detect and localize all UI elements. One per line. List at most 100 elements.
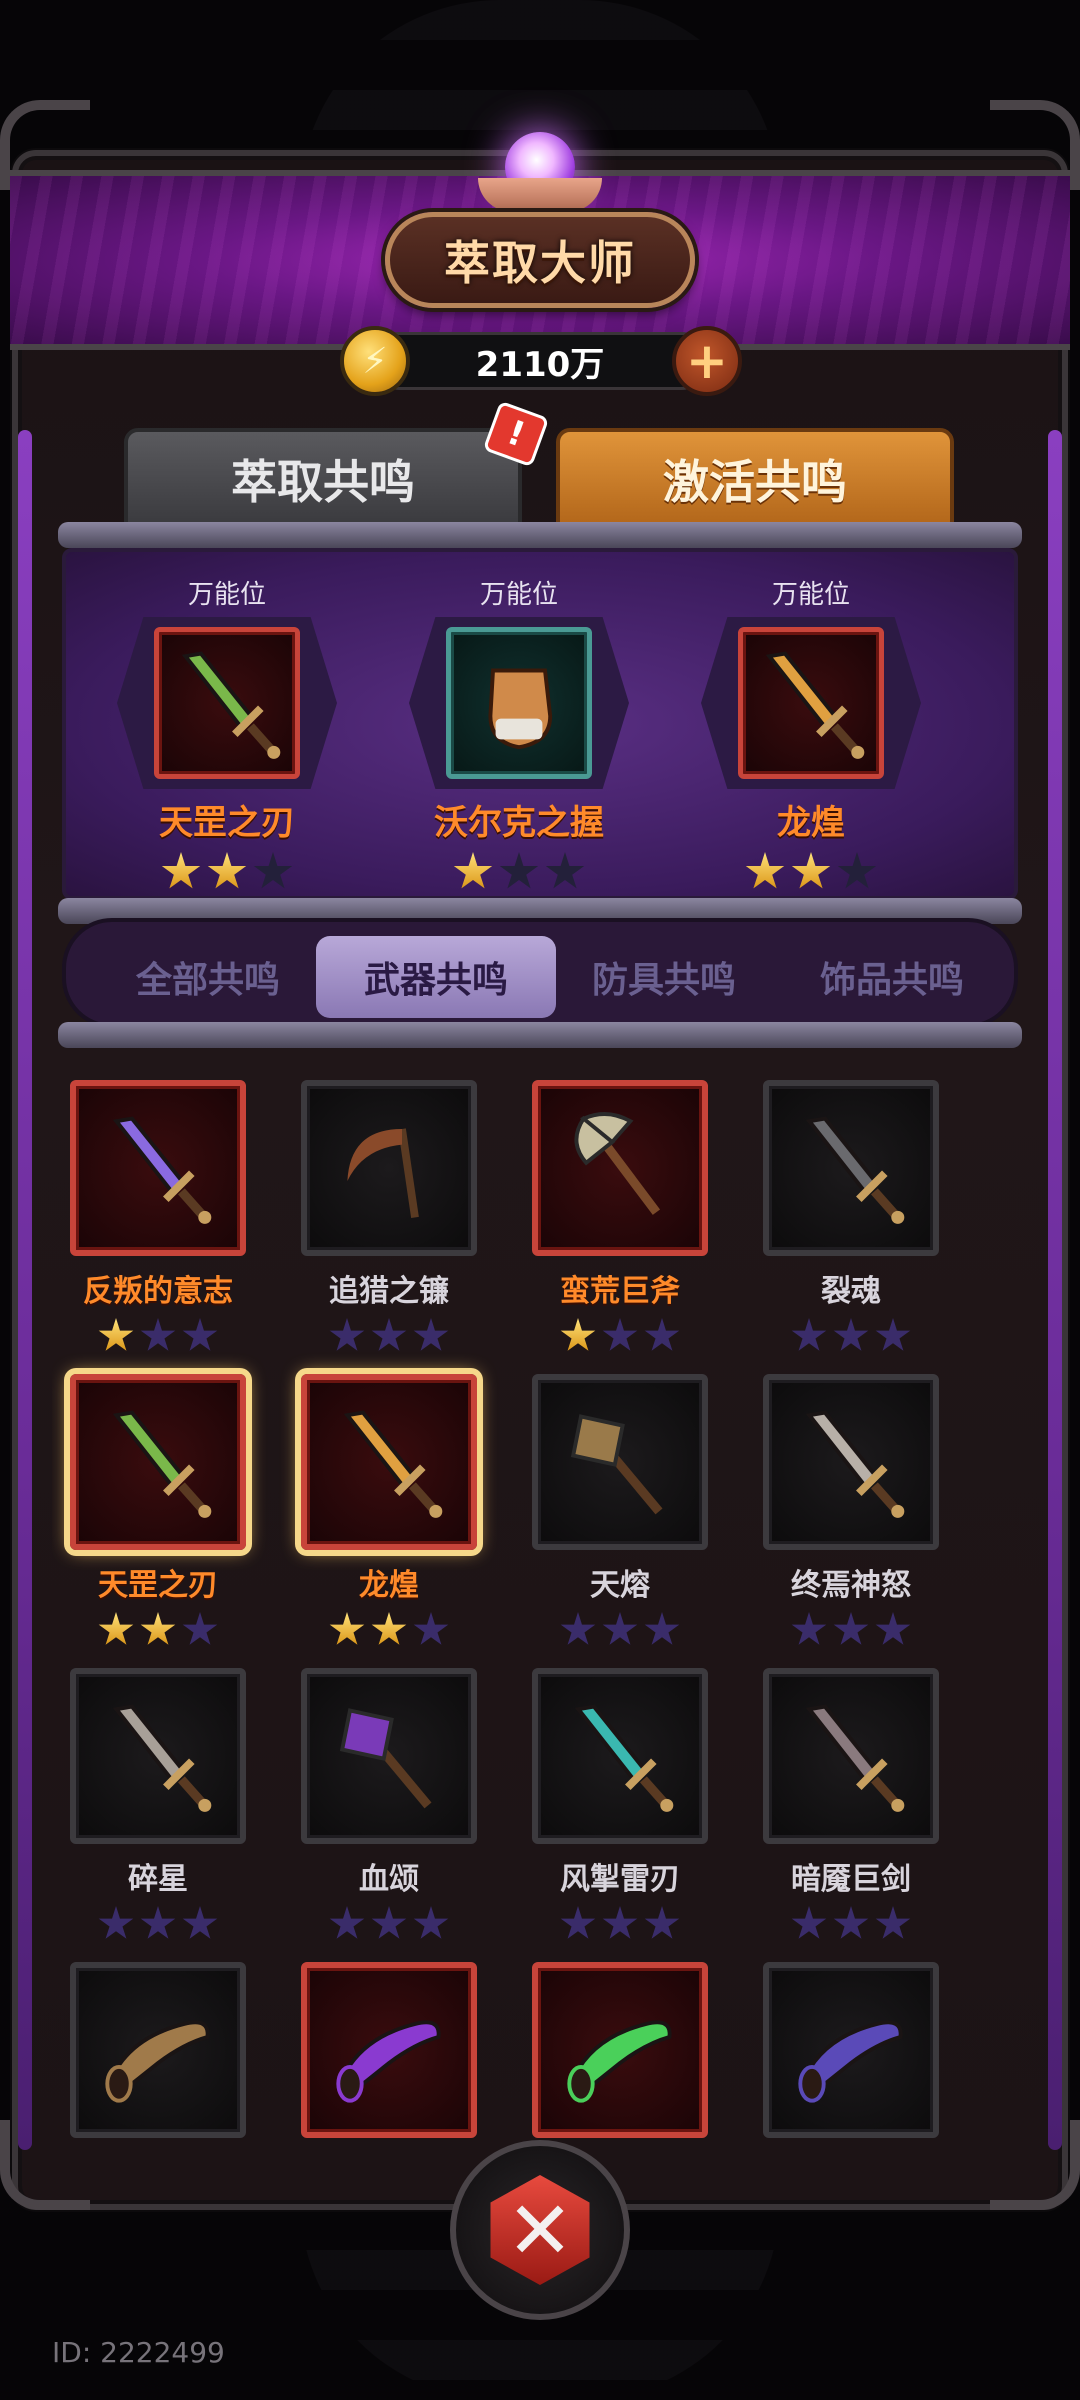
item-card[interactable]: 血颂 xyxy=(289,1648,489,1939)
star-empty-icon xyxy=(140,1906,176,1939)
divider xyxy=(58,522,1022,548)
star-empty-icon xyxy=(644,1318,680,1351)
item-grid: 反叛的意志 追猎之镰 蛮荒巨斧 裂魂天罡之刃 龙煌 天熔 终焉神怒碎星 血颂 风掣雷刃 暗魇巨剑 xyxy=(52,1060,1028,2170)
horn-icon xyxy=(70,1962,246,2138)
item-name: 血颂 xyxy=(359,1862,419,1897)
page-title: 萃取大师 xyxy=(444,236,636,290)
star-filled-icon xyxy=(98,1612,134,1645)
dark-sword-icon xyxy=(763,1080,939,1256)
item-card[interactable]: 天熔 xyxy=(520,1354,720,1645)
tab-weapon-resonance[interactable]: 武器共鸣 xyxy=(316,936,556,1018)
purple-horn-icon xyxy=(301,1962,477,2138)
crossed-swords-emblem[interactable]: ✕ xyxy=(450,2140,630,2320)
star-empty-icon xyxy=(833,1906,869,1939)
star-filled-icon xyxy=(371,1612,407,1645)
star-empty-icon xyxy=(413,1612,449,1645)
star-empty-icon xyxy=(140,1318,176,1351)
slot-item-name: 龙煌 xyxy=(777,803,845,843)
add-currency-button[interactable]: + xyxy=(672,326,742,396)
sword-gold-icon xyxy=(301,1374,477,1550)
star-filled-icon xyxy=(791,852,831,889)
star-filled-icon xyxy=(560,1318,596,1351)
star-rating xyxy=(58,1612,258,1648)
star-empty-icon xyxy=(182,1906,218,1939)
sword-green-icon xyxy=(70,1374,246,1550)
dagger-icon xyxy=(70,1668,246,1844)
item-card[interactable]: 追猎之镰 xyxy=(289,1060,489,1351)
item-card[interactable]: 反叛的意志 xyxy=(58,1060,258,1351)
universal-slot[interactable]: 万能位 天罡之刃 xyxy=(102,574,352,892)
divider xyxy=(58,1022,1022,1048)
tab-armor-resonance[interactable]: 防具共鸣 xyxy=(544,936,784,1018)
item-card[interactable]: 风掣雷刃 xyxy=(520,1648,720,1939)
star-filled-icon xyxy=(745,852,785,889)
slot-caption: 万能位 xyxy=(187,580,266,610)
item-name: 追猎之镰 xyxy=(329,1274,449,1309)
star-rating xyxy=(751,1318,951,1354)
star-empty-icon xyxy=(413,1318,449,1351)
gauntlet-icon xyxy=(446,627,592,779)
slot-item-name: 沃尔克之握 xyxy=(434,803,604,843)
star-empty-icon xyxy=(182,1318,218,1351)
item-card[interactable] xyxy=(58,1942,258,2170)
item-card[interactable]: 终焉神怒 xyxy=(751,1354,951,1645)
item-name: 蛮荒巨斧 xyxy=(560,1274,680,1309)
tab-extract-resonance[interactable]: 萃取共鸣 xyxy=(124,428,522,530)
item-card[interactable] xyxy=(751,1942,951,2170)
feather-sword-icon xyxy=(763,1374,939,1550)
item-card[interactable]: 碎星 xyxy=(58,1648,258,1939)
item-name: 反叛的意志 xyxy=(83,1274,233,1309)
tab-accessory-resonance[interactable]: 饰品共鸣 xyxy=(772,936,1012,1018)
item-card[interactable]: 蛮荒巨斧 xyxy=(520,1060,720,1351)
blue-horn-icon xyxy=(763,1962,939,2138)
star-empty-icon xyxy=(499,852,539,889)
star-empty-icon xyxy=(371,1318,407,1351)
item-card[interactable] xyxy=(289,1942,489,2170)
star-filled-icon xyxy=(98,1318,134,1351)
tab-all-resonance[interactable]: 全部共鸣 xyxy=(88,936,328,1018)
crystal-sword-icon xyxy=(70,1080,246,1256)
crossed-swords-icon: ✕ xyxy=(490,2175,590,2285)
category-tab-bar: 全部共鸣 武器共鸣 防具共鸣 饰品共鸣 xyxy=(62,918,1018,1028)
universal-slot[interactable]: 万能位 沃尔克之握 xyxy=(394,574,644,892)
star-empty-icon xyxy=(602,1318,638,1351)
star-empty-icon xyxy=(833,1612,869,1645)
scythe-icon xyxy=(301,1080,477,1256)
item-card[interactable]: 龙煌 xyxy=(289,1354,489,1645)
star-empty-icon xyxy=(602,1906,638,1939)
star-empty-icon xyxy=(560,1612,596,1645)
star-rating xyxy=(394,852,644,892)
star-rating xyxy=(520,1612,720,1648)
player-id: ID: 2222499 xyxy=(52,2336,225,2369)
jagged-sword-icon xyxy=(763,1668,939,1844)
right-rail xyxy=(1048,430,1062,2150)
item-name: 龙煌 xyxy=(359,1568,419,1603)
tab-activate-resonance[interactable]: 激活共鸣 xyxy=(556,428,954,530)
star-rating xyxy=(520,1318,720,1354)
universal-slot[interactable]: 万能位 龙煌 xyxy=(686,574,936,892)
item-card[interactable]: 裂魂 xyxy=(751,1060,951,1351)
star-empty-icon xyxy=(98,1906,134,1939)
star-empty-icon xyxy=(833,1318,869,1351)
star-empty-icon xyxy=(837,852,877,889)
sword-gold-icon xyxy=(738,627,884,779)
currency-value: 2110万 xyxy=(475,344,605,385)
star-rating xyxy=(102,852,352,892)
star-filled-icon xyxy=(161,852,201,889)
star-rating xyxy=(751,1906,951,1942)
item-name: 天罡之刃 xyxy=(98,1568,218,1603)
item-card[interactable]: 天罡之刃 xyxy=(58,1354,258,1645)
item-card[interactable] xyxy=(520,1942,720,2170)
item-name: 暗魇巨剑 xyxy=(791,1862,911,1897)
star-empty-icon xyxy=(644,1906,680,1939)
item-card[interactable]: 暗魇巨剑 xyxy=(751,1648,951,1939)
star-empty-icon xyxy=(875,1318,911,1351)
star-rating xyxy=(751,1612,951,1648)
slot-item-name: 天罡之刃 xyxy=(159,803,295,843)
star-empty-icon xyxy=(560,1906,596,1939)
star-empty-icon xyxy=(791,1318,827,1351)
star-rating xyxy=(58,1318,258,1354)
item-name: 裂魂 xyxy=(821,1274,881,1309)
star-rating xyxy=(520,1906,720,1942)
mace-icon xyxy=(532,1374,708,1550)
